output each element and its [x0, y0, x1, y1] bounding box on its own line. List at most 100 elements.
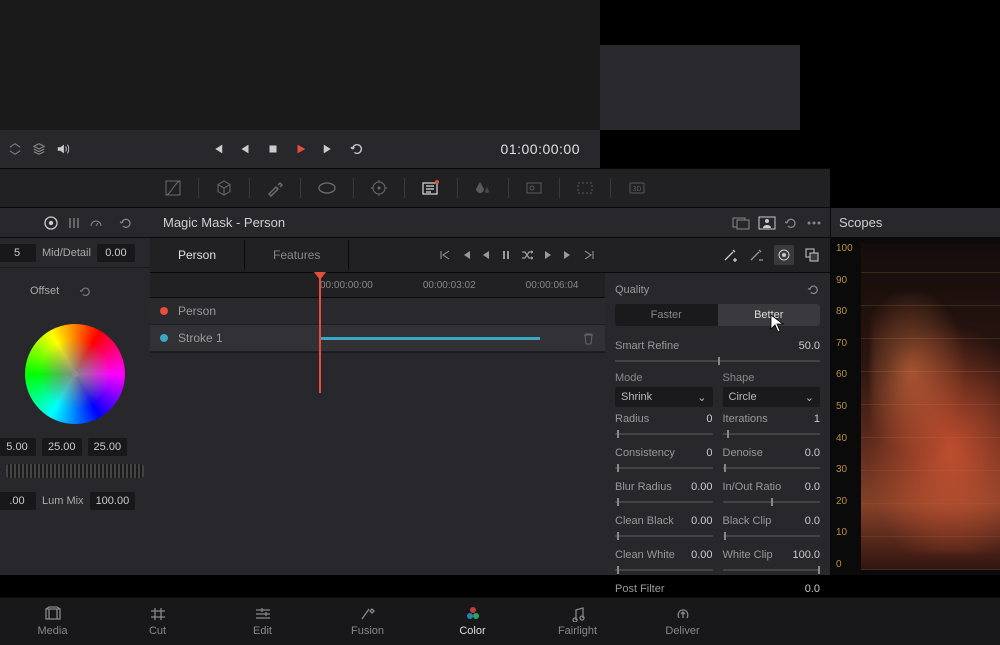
consistency-slider[interactable]	[615, 467, 713, 469]
quality-better[interactable]: Better	[718, 304, 821, 326]
nav-fairlight[interactable]: Fairlight	[525, 598, 630, 645]
cut-icon	[149, 606, 167, 622]
blur-radius-value[interactable]: 0.00	[691, 481, 712, 493]
iterations-slider[interactable]	[723, 433, 821, 435]
scopes-title: Scopes	[830, 208, 1000, 238]
go-start-icon[interactable]	[439, 249, 451, 261]
expand-icon[interactable]	[8, 142, 22, 156]
timecode-display[interactable]: 01:00:00:00	[501, 141, 592, 157]
offset-num-3[interactable]: 25.00	[88, 438, 128, 456]
inout-value[interactable]: 0.0	[805, 481, 820, 493]
denoise-value[interactable]: 0.0	[805, 447, 820, 459]
radius-slider[interactable]	[615, 433, 713, 435]
clean-white-value[interactable]: 0.00	[691, 549, 712, 561]
hexagon-tool-icon[interactable]	[211, 175, 237, 201]
inout-slider[interactable]	[723, 501, 821, 503]
stroke-range[interactable]	[320, 337, 540, 340]
stop-icon[interactable]	[266, 142, 280, 156]
white-clip-value[interactable]: 100.0	[792, 549, 820, 561]
skip-forward-icon[interactable]	[322, 142, 336, 156]
sliders-icon[interactable]	[67, 216, 81, 230]
nav-edit[interactable]: Edit	[210, 598, 315, 645]
nav-fusion[interactable]: Fusion	[315, 598, 420, 645]
play-icon[interactable]	[294, 142, 308, 156]
blur-radius-slider[interactable]	[615, 501, 713, 503]
lum-mix-value[interactable]: 100.00	[90, 492, 136, 510]
prev-frame-icon[interactable]	[461, 250, 471, 260]
consistency-value[interactable]: 0	[706, 447, 712, 459]
sizing-tool-icon[interactable]	[572, 176, 598, 200]
curves-tool-icon[interactable]	[160, 175, 186, 201]
iterations-value[interactable]: 1	[814, 413, 820, 425]
timeline-ruler[interactable]: 00:00:00:00 00:00:03:02 00:00:06:04	[150, 273, 605, 298]
target-icon[interactable]	[43, 215, 59, 231]
radius-value[interactable]: 0	[706, 413, 712, 425]
nav-media[interactable]: Media	[0, 598, 105, 645]
clean-white-slider[interactable]	[615, 569, 713, 571]
denoise-slider[interactable]	[723, 467, 821, 469]
svg-text:3D: 3D	[633, 186, 642, 193]
clean-black-value[interactable]: 0.00	[691, 515, 712, 527]
nav-color[interactable]: Color	[420, 598, 525, 645]
key-tool-icon[interactable]	[521, 176, 547, 200]
offset-num-1[interactable]: 5.00	[0, 438, 36, 456]
trash-icon[interactable]	[582, 332, 595, 345]
shape-dropdown[interactable]: Circle⌄	[723, 387, 821, 407]
mode-dropdown[interactable]: Shrink⌄	[615, 387, 713, 407]
pause-icon[interactable]	[501, 250, 511, 260]
black-clip-slider[interactable]	[723, 535, 821, 537]
shuffle-icon[interactable]	[521, 250, 533, 260]
offset-reset-icon[interactable]	[79, 285, 92, 298]
track-dot-blue	[160, 334, 168, 342]
go-end-icon[interactable]	[583, 249, 595, 261]
wand-add-icon[interactable]	[722, 247, 738, 263]
jog-wheel[interactable]	[6, 464, 144, 478]
color-wheel[interactable]	[25, 324, 125, 424]
track-tool-icon[interactable]	[366, 175, 392, 201]
smart-refine-slider[interactable]	[615, 360, 820, 362]
tab-features[interactable]: Features	[245, 240, 349, 270]
mask-view-icon[interactable]	[774, 245, 794, 265]
playhead[interactable]	[319, 273, 321, 393]
lum-partial-value[interactable]: .00	[0, 492, 36, 510]
black-clip-value[interactable]: 0.0	[805, 515, 820, 527]
magic-mask-tool-icon[interactable]	[417, 175, 445, 201]
white-clip-slider[interactable]	[723, 569, 821, 571]
overlay-toggle-icon[interactable]	[804, 247, 820, 263]
partial-num-box[interactable]: 5	[0, 244, 36, 262]
nav-deliver[interactable]: Deliver	[630, 598, 735, 645]
tab-person[interactable]: Person	[150, 240, 245, 270]
post-filter-value[interactable]: 0.0	[805, 583, 820, 595]
track-person[interactable]: Person	[150, 298, 605, 325]
next-frame-icon[interactable]	[563, 250, 573, 260]
undo-icon[interactable]	[784, 216, 798, 230]
play-rev-icon[interactable]	[481, 250, 491, 260]
ellipse-tool-icon[interactable]	[313, 176, 341, 200]
picker-tool-icon[interactable]	[262, 175, 288, 201]
offset-label: Offset	[30, 285, 59, 297]
overlay-icon[interactable]	[732, 216, 750, 230]
step-back-icon[interactable]	[238, 142, 252, 156]
gauge-icon[interactable]	[89, 216, 103, 230]
offset-num-2[interactable]: 25.00	[42, 438, 82, 456]
nav-cut[interactable]: Cut	[105, 598, 210, 645]
loop-icon[interactable]	[350, 142, 364, 156]
wand-remove-icon[interactable]	[748, 247, 764, 263]
more-icon[interactable]	[806, 216, 822, 230]
blur-tool-icon[interactable]	[470, 175, 496, 201]
quality-reset-icon[interactable]	[807, 283, 820, 296]
mid-detail-value[interactable]: 0.00	[97, 244, 135, 262]
clean-black-slider[interactable]	[615, 535, 713, 537]
smart-refine-value[interactable]: 50.0	[799, 340, 820, 352]
person-overlay-icon[interactable]	[758, 216, 776, 230]
play-fwd-icon[interactable]	[543, 250, 553, 260]
track-stroke[interactable]: Stroke 1	[150, 325, 605, 352]
reset-icon[interactable]	[119, 216, 133, 230]
speaker-icon[interactable]	[56, 142, 70, 156]
layers-icon[interactable]	[32, 142, 46, 156]
skip-back-icon[interactable]	[210, 142, 224, 156]
3d-tool-icon[interactable]: 3D	[623, 176, 651, 200]
quality-faster[interactable]: Faster	[615, 304, 718, 326]
quality-toggle[interactable]: Faster Better	[615, 304, 820, 326]
track-stroke-label: Stroke 1	[178, 331, 223, 345]
